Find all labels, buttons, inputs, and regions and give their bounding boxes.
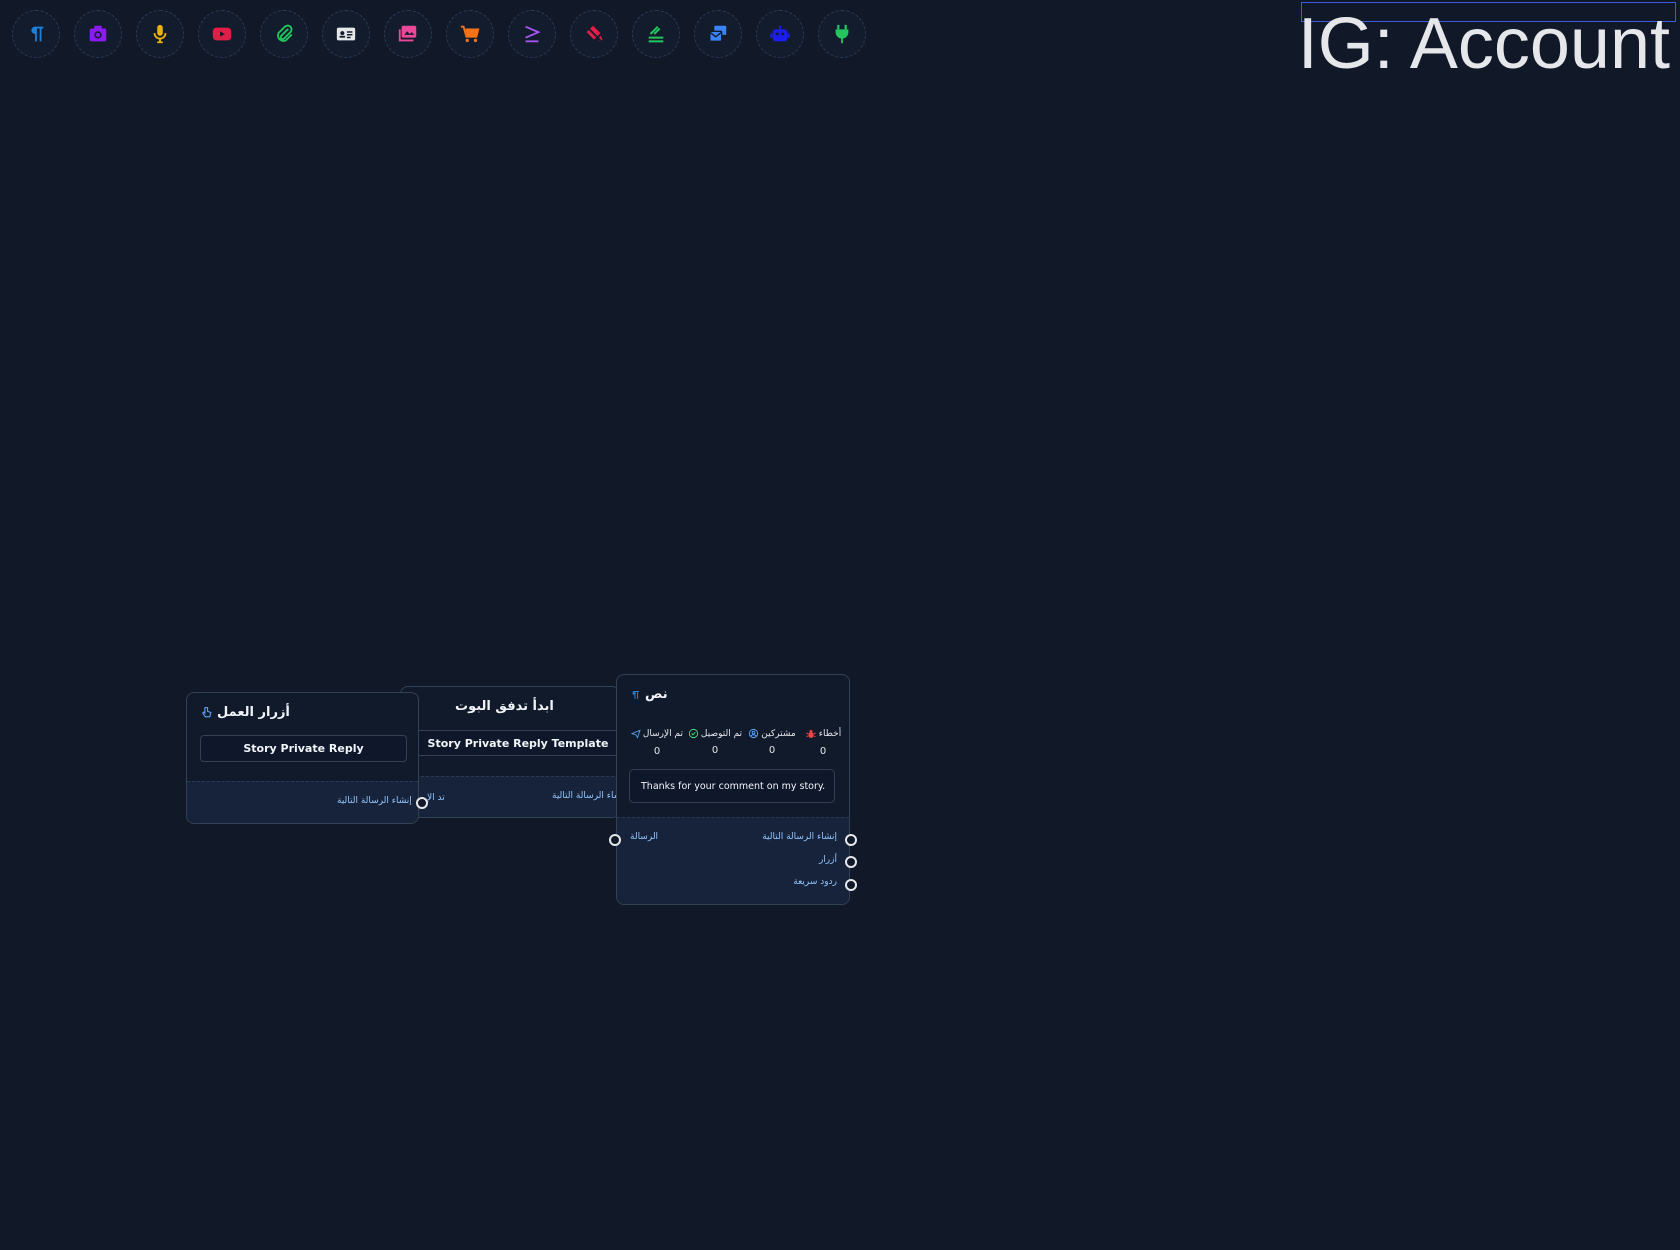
stat-label: مشتركين	[761, 728, 796, 739]
stat-label: تم التوصيل	[700, 728, 743, 739]
paper-plane-icon	[631, 729, 641, 739]
paragraph-icon	[632, 690, 639, 699]
action-buttons-node[interactable]: أزرار العمل Story Private Reply إنشاء ال…	[186, 692, 419, 824]
mail-bulk-icon	[709, 25, 727, 43]
bug-icon	[806, 730, 816, 738]
video-tool-button[interactable]	[198, 10, 246, 58]
sequence-tool-button[interactable]	[632, 10, 680, 58]
output-port-label: إنشاء الرسالة التالية	[762, 832, 837, 842]
audio-tool-button[interactable]	[136, 10, 184, 58]
action-tool-button[interactable]	[570, 10, 618, 58]
text-node[interactable]: نص تم الإرسال 0 تم التوصيل 0 مشتركين 0 أ…	[616, 674, 850, 905]
robot-icon	[770, 25, 790, 42]
page-title: IG: Account	[1297, 4, 1670, 84]
text-node-input-port[interactable]	[609, 834, 621, 846]
port-label: تد الإ	[427, 793, 445, 803]
card-tool-button[interactable]	[322, 10, 370, 58]
port-label: إنشاء الرسالة التالية	[552, 791, 620, 801]
output-port-label: ردود سريعة	[793, 877, 837, 887]
stat-sent: تم الإرسال 0	[631, 728, 683, 757]
text-tool-button[interactable]	[12, 10, 60, 58]
connections-layer	[403, 794, 638, 841]
text-node-next-message-port[interactable]	[845, 834, 857, 846]
condition-tool-button[interactable]	[508, 10, 556, 58]
node-header: نص	[629, 687, 668, 702]
output-port-label: أزرار	[818, 855, 837, 865]
stat-label: أخطاء	[818, 729, 842, 739]
ecommerce-tool-button[interactable]	[446, 10, 494, 58]
id-card-icon	[336, 27, 356, 41]
camera-icon	[89, 25, 107, 42]
node-footer: إنشاء الرسالة التالية	[187, 781, 418, 823]
node-title: أزرار العمل	[217, 705, 290, 720]
gallery-tool-button[interactable]	[384, 10, 432, 58]
microphone-icon	[153, 24, 167, 44]
text-node-buttons-port[interactable]	[845, 856, 857, 868]
node-footer: تد الإ إنشاء الرسالة التالية	[401, 776, 619, 817]
start-flow-node[interactable]: ابدأ تدفق البوت Story Private Reply Temp…	[400, 686, 620, 818]
action-buttons-output-port[interactable]	[416, 797, 428, 809]
stat-errors: أخطاء 0	[801, 728, 845, 757]
stat-value: 0	[653, 746, 661, 757]
stat-label: تم الإرسال	[642, 729, 683, 739]
node-footer: الرسالة إنشاء الرسالة التالية أزرار ردود…	[617, 817, 849, 904]
stat-delivered: تم التوصيل 0	[687, 728, 743, 756]
plugin-tool-button[interactable]	[818, 10, 866, 58]
greater-equal-icon	[525, 25, 541, 43]
node-title: نص	[645, 687, 668, 702]
node-header: أزرار العمل	[200, 705, 290, 720]
plug-icon	[835, 24, 849, 44]
user-circle-icon	[749, 728, 759, 739]
bot-tool-button[interactable]	[756, 10, 804, 58]
paragraph-icon	[31, 26, 44, 42]
stat-subscribers: مشتركين 0	[747, 728, 797, 756]
hand-pointer-icon	[202, 707, 212, 718]
node-title: ابدأ تدفق البوت	[455, 699, 554, 714]
node-header: ابدأ تدفق البوت	[455, 699, 554, 714]
text-node-quick-replies-port[interactable]	[845, 879, 857, 891]
image-tool-button[interactable]	[74, 10, 122, 58]
cart-icon	[460, 25, 480, 43]
messages-tool-button[interactable]	[694, 10, 742, 58]
toolbar	[12, 10, 866, 58]
file-tool-button[interactable]	[260, 10, 308, 58]
input-port-label: الرسالة	[630, 832, 659, 842]
paperclip-icon	[277, 24, 293, 42]
stack-icon	[648, 25, 664, 43]
stat-value: 0	[711, 745, 719, 756]
check-circle-icon	[688, 728, 699, 739]
stat-value: 0	[819, 746, 827, 757]
story-private-reply-button[interactable]: Story Private Reply	[200, 735, 407, 762]
port-label: إنشاء الرسالة التالية	[337, 796, 412, 806]
template-button[interactable]: Story Private Reply Template	[415, 730, 619, 756]
fill-bucket-icon	[585, 25, 603, 43]
youtube-icon	[212, 27, 232, 41]
stat-value: 0	[768, 745, 776, 756]
images-icon	[398, 25, 417, 42]
message-preview[interactable]: Thanks for your comment on my story.	[629, 769, 835, 803]
